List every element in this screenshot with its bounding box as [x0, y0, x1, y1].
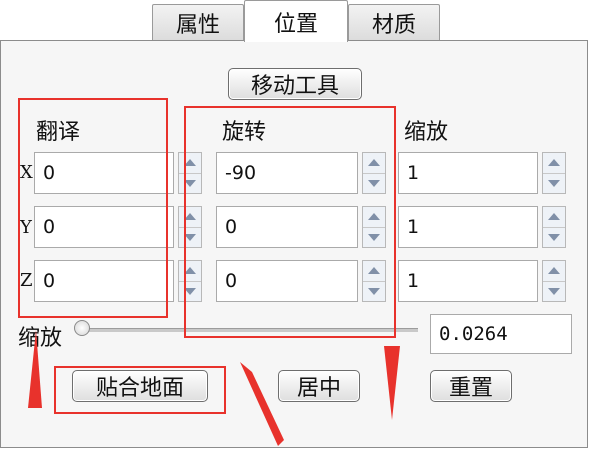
arrow-annotation — [28, 330, 42, 408]
arrow-annotation — [240, 362, 284, 446]
annotation-arrows — [28, 330, 400, 446]
tab-position[interactable]: 位置 — [244, 0, 348, 42]
arrow-annotation — [384, 346, 400, 420]
